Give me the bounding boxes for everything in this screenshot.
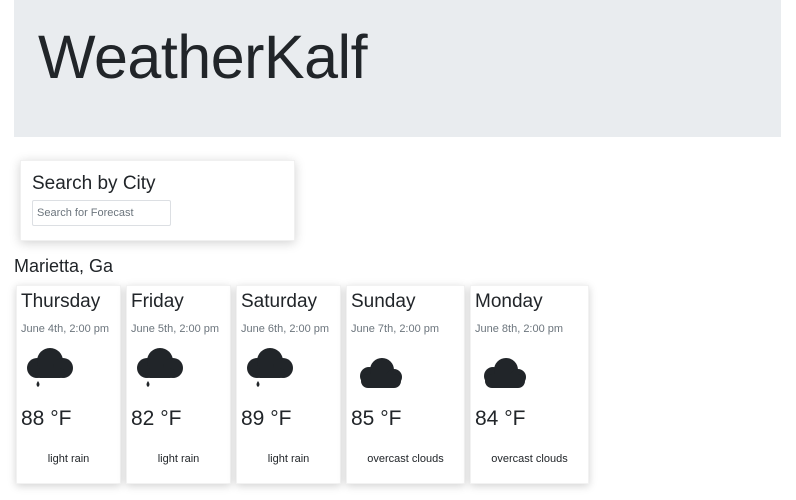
forecast-card-friday: Friday June 5th, 2:00 pm 82 °F light rai… [126,285,231,484]
forecast-date: June 5th, 2:00 pm [131,323,220,335]
rain-cloud-icon [247,348,293,387]
app-title: WeatherKalf [38,23,368,91]
forecast-date: June 6th, 2:00 pm [241,323,330,335]
jumbotron-header: WeatherKalf [14,0,781,137]
forecast-day: Monday [475,291,543,312]
forecast-day: Friday [131,291,184,312]
forecast-day: Thursday [21,291,101,312]
forecast-description: overcast clouds [491,453,568,465]
forecast-card-saturday: Saturday June 6th, 2:00 pm 89 °F light r… [236,285,341,484]
forecast-card-thursday: Thursday June 4th, 2:00 pm 88 °F light r… [16,285,121,484]
forecast-date: June 4th, 2:00 pm [21,323,110,335]
forecast-temp: 89 °F [241,407,292,430]
forecast-description: light rain [157,453,200,465]
city-name: Marietta, Ga [14,256,114,276]
city-search-input[interactable] [32,200,171,226]
search-card: Search by City [20,160,295,241]
rain-cloud-icon [27,348,73,387]
search-card-title: Search by City [32,173,156,194]
forecast-temp: 85 °F [351,407,402,430]
forecast-card-sunday: Sunday June 7th, 2:00 pm 85 °F overcast … [346,285,465,484]
forecast-card-monday: Monday June 8th, 2:00 pm 84 °F overcast … [470,285,589,484]
cloud-icon [360,358,402,388]
forecast-temp: 82 °F [131,407,182,430]
forecast-temp: 88 °F [21,407,72,430]
forecast-temp: 84 °F [475,407,526,430]
forecast-day: Saturday [241,291,318,312]
forecast-date: June 8th, 2:00 pm [475,323,564,335]
cloud-icon [484,358,526,388]
rain-cloud-icon [137,348,183,387]
forecast-description: overcast clouds [367,453,444,465]
forecast-day: Sunday [351,291,416,312]
forecast-description: light rain [267,453,310,465]
forecast-date: June 7th, 2:00 pm [351,323,440,335]
forecast-description: light rain [47,453,90,465]
